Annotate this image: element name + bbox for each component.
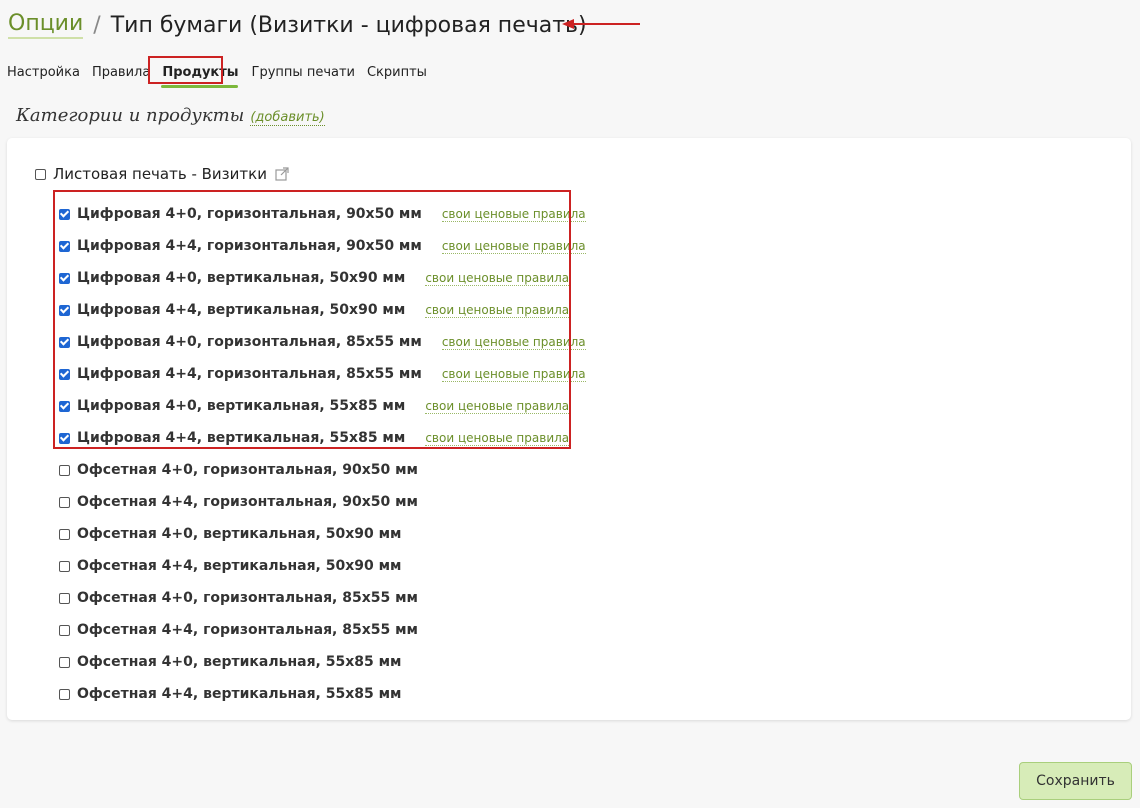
- tab-settings[interactable]: Настройка: [7, 62, 84, 88]
- product-label: Офсетная 4+4, вертикальная, 50x90 мм: [77, 558, 402, 574]
- product-row: Офсетная 4+0, вертикальная, 55x85 мм: [59, 646, 586, 678]
- price-rules-link[interactable]: свои ценовые правила: [425, 431, 570, 446]
- product-row: Офсетная 4+4, горизонтальная, 85x55 мм: [59, 614, 586, 646]
- product-label: Офсетная 4+0, горизонтальная, 90x50 мм: [77, 462, 419, 478]
- annotation-arrow-icon: [562, 19, 640, 29]
- price-rules-link[interactable]: свои ценовые правила: [441, 335, 586, 350]
- product-label: Цифровая 4+4, вертикальная, 50x90 мм: [77, 302, 406, 318]
- product-row: Офсетная 4+0, вертикальная, 50x90 мм: [59, 518, 586, 550]
- product-label: Цифровая 4+0, вертикальная, 55x85 мм: [77, 398, 406, 414]
- product-checkbox[interactable]: [59, 336, 70, 348]
- product-checkbox[interactable]: [59, 560, 70, 572]
- tab-bar: Настройка Правила Продукты Группы печати…: [7, 62, 439, 92]
- product-checkbox[interactable]: [59, 368, 70, 380]
- product-checkbox[interactable]: [59, 432, 70, 444]
- price-rules-link[interactable]: свои ценовые правила: [441, 207, 586, 222]
- tab-print-groups[interactable]: Группы печати: [252, 62, 359, 88]
- product-label: Офсетная 4+0, вертикальная, 55x85 мм: [77, 654, 402, 670]
- categories-card: Листовая печать - Визитки Цифровая 4+0, …: [7, 138, 1131, 720]
- product-row: Цифровая 4+4, вертикальная, 50x90 мм свои…: [59, 294, 586, 326]
- product-label: Цифровая 4+0, горизонтальная, 90x50 мм: [77, 206, 422, 222]
- price-rules-link[interactable]: свои ценовые правила: [441, 239, 586, 254]
- breadcrumb-separator: /: [93, 12, 101, 38]
- category-label: Листовая печать - Визитки: [53, 165, 267, 183]
- product-checkbox[interactable]: [59, 464, 70, 476]
- product-list: Цифровая 4+0, горизонтальная, 90x50 мм св…: [59, 198, 586, 710]
- product-label: Офсетная 4+4, вертикальная, 55x85 мм: [77, 686, 402, 702]
- product-row: Офсетная 4+0, горизонтальная, 90x50 мм: [59, 454, 586, 486]
- product-row: Офсетная 4+4, вертикальная, 55x85 мм: [59, 678, 586, 710]
- category-checkbox[interactable]: [35, 168, 46, 180]
- save-button[interactable]: Сохранить: [1019, 762, 1132, 800]
- tab-scripts[interactable]: Скрипты: [367, 62, 431, 88]
- product-checkbox[interactable]: [59, 656, 70, 668]
- page-title: Тип бумаги (Визитки - цифровая печать): [110, 12, 587, 38]
- product-checkbox[interactable]: [59, 208, 70, 220]
- product-row: Цифровая 4+0, вертикальная, 55x85 мм свои…: [59, 390, 586, 422]
- product-label: Цифровая 4+4, горизонтальная, 85x55 мм: [77, 366, 422, 382]
- breadcrumb-options-link[interactable]: Опции: [8, 11, 84, 39]
- external-link-icon[interactable]: [275, 167, 289, 181]
- product-checkbox[interactable]: [59, 240, 70, 252]
- product-row: Офсетная 4+0, горизонтальная, 85x55 мм: [59, 582, 586, 614]
- product-row: Офсетная 4+4, горизонтальная, 90x50 мм: [59, 486, 586, 518]
- product-label: Офсетная 4+0, горизонтальная, 85x55 мм: [77, 590, 419, 606]
- category-row: Листовая печать - Визитки: [35, 164, 289, 184]
- price-rules-link[interactable]: свои ценовые правила: [441, 367, 586, 382]
- product-checkbox[interactable]: [59, 272, 70, 284]
- price-rules-link[interactable]: свои ценовые правила: [425, 271, 570, 286]
- product-label: Цифровая 4+4, вертикальная, 55x85 мм: [77, 430, 406, 446]
- tab-products[interactable]: Продукты: [157, 62, 241, 88]
- product-row: Офсетная 4+4, вертикальная, 50x90 мм: [59, 550, 586, 582]
- product-checkbox[interactable]: [59, 688, 70, 700]
- product-row: Цифровая 4+0, горизонтальная, 90x50 мм св…: [59, 198, 586, 230]
- product-row: Цифровая 4+4, горизонтальная, 85x55 мм св…: [59, 358, 586, 390]
- product-label: Офсетная 4+0, вертикальная, 50x90 мм: [77, 526, 402, 542]
- price-rules-link[interactable]: свои ценовые правила: [425, 399, 570, 414]
- product-label: Офсетная 4+4, горизонтальная, 85x55 мм: [77, 622, 419, 638]
- page-header: Опции / Тип бумаги (Визитки - цифровая п…: [8, 8, 587, 42]
- product-checkbox[interactable]: [59, 496, 70, 508]
- product-checkbox[interactable]: [59, 624, 70, 636]
- product-row: Цифровая 4+0, горизонтальная, 85x55 мм св…: [59, 326, 586, 358]
- product-row: Цифровая 4+0, вертикальная, 50x90 мм свои…: [59, 262, 586, 294]
- product-label: Цифровая 4+4, горизонтальная, 90x50 мм: [77, 238, 422, 254]
- product-row: Цифровая 4+4, горизонтальная, 90x50 мм св…: [59, 230, 586, 262]
- product-label: Офсетная 4+4, горизонтальная, 90x50 мм: [77, 494, 419, 510]
- add-category-link[interactable]: (добавить): [250, 110, 325, 126]
- product-checkbox[interactable]: [59, 304, 70, 316]
- product-row: Цифровая 4+4, вертикальная, 55x85 мм свои…: [59, 422, 586, 454]
- product-label: Цифровая 4+0, горизонтальная, 85x55 мм: [77, 334, 422, 350]
- section-heading: Категории и продукты (добавить): [16, 105, 325, 126]
- section-title: Категории и продукты: [16, 105, 245, 126]
- price-rules-link[interactable]: свои ценовые правила: [425, 303, 570, 318]
- product-checkbox[interactable]: [59, 400, 70, 412]
- product-checkbox[interactable]: [59, 528, 70, 540]
- product-checkbox[interactable]: [59, 592, 70, 604]
- tab-rules[interactable]: Правила: [92, 62, 154, 88]
- product-label: Цифровая 4+0, вертикальная, 50x90 мм: [77, 270, 406, 286]
